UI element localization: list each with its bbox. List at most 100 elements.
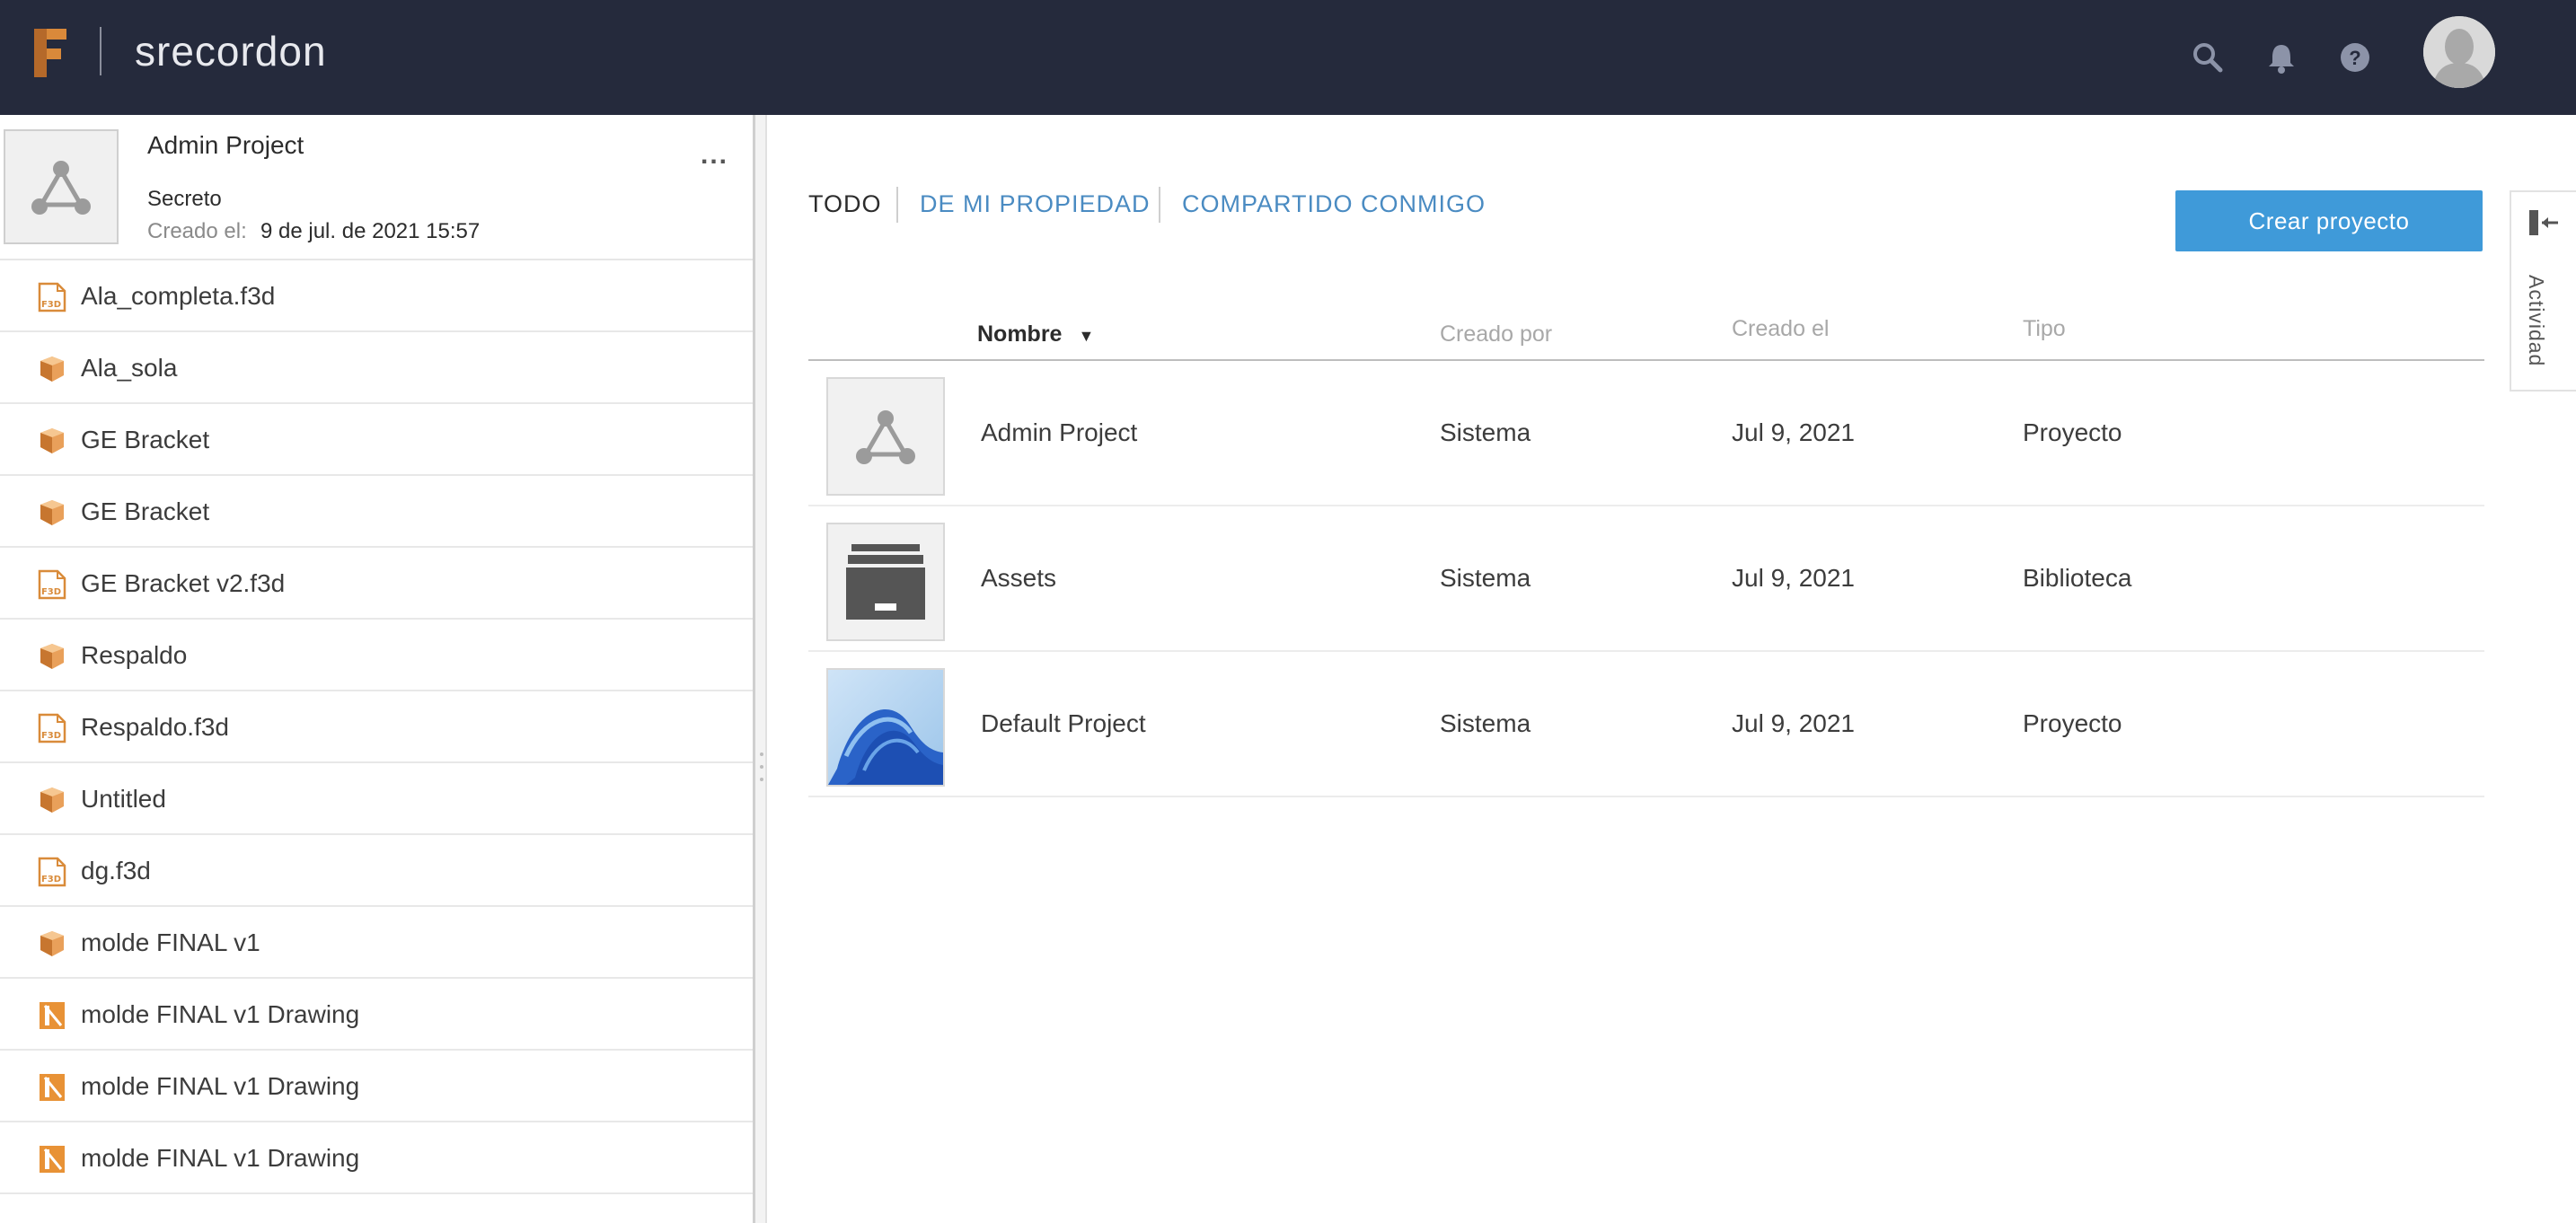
- file-list-item[interactable]: molde FINAL v1 Drawing: [0, 1051, 753, 1122]
- tab-compartido-conmigo[interactable]: COMPARTIDO CONMIGO: [1182, 190, 1486, 218]
- design-icon: [38, 785, 66, 815]
- file-list-item[interactable]: molde FINAL v1 Drawing: [0, 1122, 753, 1194]
- drawing-icon: [38, 1072, 66, 1103]
- design-icon: [38, 497, 66, 528]
- search-icon[interactable]: [2190, 40, 2226, 75]
- table-header: Nombre ▼ Creado por Creado el Tipo: [808, 307, 2484, 361]
- cell-type: Biblioteca: [2023, 564, 2132, 592]
- user-silhouette-icon: [2423, 16, 2495, 88]
- design-icon: [38, 641, 66, 672]
- svg-text:?: ?: [2349, 47, 2360, 69]
- f3d-file-icon: F3D: [38, 569, 66, 600]
- top-bar: srecordon ?: [0, 0, 2576, 115]
- f3d-file-icon: F3D: [38, 282, 66, 312]
- design-icon: [38, 928, 66, 959]
- drawing-icon: [38, 1000, 66, 1031]
- design-icon: [38, 426, 66, 456]
- file-list: F3D Ala_completa.f3d Ala_sola GE Bracket GE …: [0, 260, 753, 1194]
- column-header-tipo[interactable]: Tipo: [2023, 316, 2066, 342]
- file-list-item[interactable]: Ala_sola: [0, 332, 753, 404]
- file-list-item[interactable]: Respaldo: [0, 620, 753, 691]
- bell-icon[interactable]: [2263, 40, 2299, 75]
- file-name: GE Bracket: [81, 497, 210, 525]
- table-row[interactable]: Default Project Sistema Jul 9, 2021 Proyect…: [808, 652, 2484, 797]
- file-name: molde FINAL v1: [81, 928, 260, 956]
- cell-created-on: Jul 9, 2021: [1732, 709, 1855, 737]
- sort-down-icon: ▼: [1078, 327, 1095, 345]
- column-header-nombre[interactable]: Nombre ▼: [977, 321, 1094, 348]
- more-options-button[interactable]: ...: [701, 140, 728, 171]
- file-list-item[interactable]: F3D GE Bracket v2.f3d: [0, 548, 753, 620]
- blue-wave-image: [826, 668, 945, 787]
- file-name: Respaldo: [81, 641, 188, 669]
- file-list-item[interactable]: F3D dg.f3d: [0, 835, 753, 907]
- tab-todo[interactable]: TODO: [808, 190, 882, 218]
- file-list-item[interactable]: F3D Respaldo.f3d: [0, 691, 753, 763]
- drawing-icon: [38, 1144, 66, 1175]
- file-name: GE Bracket v2.f3d: [81, 569, 286, 597]
- file-name: GE Bracket: [81, 426, 210, 453]
- activity-panel-toggle[interactable]: Actividad: [2510, 190, 2576, 392]
- tab-separator: [896, 187, 898, 223]
- file-list-item[interactable]: molde FINAL v1: [0, 907, 753, 979]
- activity-label: Actividad: [2525, 275, 2548, 367]
- svg-text:F3D: F3D: [41, 587, 61, 597]
- file-name: Ala_sola: [81, 354, 178, 382]
- archive-box-icon: [826, 523, 945, 641]
- file-name: Ala_completa.f3d: [81, 282, 276, 310]
- project-network-icon: [826, 377, 945, 496]
- username-label[interactable]: srecordon: [135, 27, 327, 75]
- cell-created-on: Jul 9, 2021: [1732, 418, 1855, 446]
- column-header-creado-el[interactable]: Creado el: [1732, 316, 1829, 342]
- column-header-label: Nombre: [977, 321, 1063, 347]
- cell-type: Proyecto: [2023, 709, 2122, 737]
- f3d-file-icon: F3D: [38, 857, 66, 887]
- project-visibility: Secreto: [147, 187, 222, 211]
- grip-dot: [760, 778, 763, 781]
- grip-dot: [760, 765, 763, 769]
- file-name: Respaldo.f3d: [81, 713, 230, 741]
- f3d-file-icon: F3D: [38, 713, 66, 743]
- project-network-icon: [31, 161, 91, 215]
- create-project-button[interactable]: Crear proyecto: [2175, 190, 2483, 251]
- file-name: molde FINAL v1 Drawing: [81, 1072, 360, 1100]
- panel-splitter[interactable]: [753, 115, 767, 1223]
- cell-created-by: Sistema: [1440, 418, 1531, 446]
- logo-separator: [100, 27, 101, 75]
- file-list-item[interactable]: F3D Ala_completa.f3d: [0, 260, 753, 332]
- file-name: dg.f3d: [81, 857, 151, 884]
- cell-name[interactable]: Admin Project: [981, 418, 1137, 447]
- project-thumbnail: [4, 129, 119, 244]
- main-content: TODO DE MI PROPIEDAD COMPARTIDO CONMIGO …: [767, 115, 2576, 1223]
- file-list-item[interactable]: GE Bracket: [0, 404, 753, 476]
- cell-name[interactable]: Assets: [981, 564, 1056, 593]
- left-panel: Admin Project ... Secreto Creado el: 9 d…: [0, 115, 754, 1223]
- cell-name[interactable]: Default Project: [981, 709, 1146, 738]
- created-label: Creado el:: [147, 219, 247, 243]
- tab-separator: [1159, 187, 1160, 223]
- design-icon: [38, 354, 66, 384]
- column-header-creado-por[interactable]: Creado por: [1440, 321, 1552, 348]
- tab-de-mi-propiedad[interactable]: DE MI PROPIEDAD: [920, 190, 1151, 218]
- cell-created-by: Sistema: [1440, 709, 1531, 737]
- collapse-panel-icon: [2529, 210, 2558, 235]
- help-icon[interactable]: ?: [2337, 40, 2373, 75]
- file-list-item[interactable]: Untitled: [0, 763, 753, 835]
- cell-created-on: Jul 9, 2021: [1732, 564, 1855, 592]
- table-row[interactable]: Admin Project Sistema Jul 9, 2021 Proyecto: [808, 361, 2484, 506]
- svg-text:F3D: F3D: [41, 875, 61, 884]
- fusion-logo-icon[interactable]: [31, 25, 70, 81]
- file-name: molde FINAL v1 Drawing: [81, 1144, 360, 1172]
- avatar[interactable]: [2423, 16, 2495, 88]
- svg-text:F3D: F3D: [41, 731, 61, 741]
- file-list-item[interactable]: GE Bracket: [0, 476, 753, 548]
- cell-type: Proyecto: [2023, 418, 2122, 446]
- table-row[interactable]: Assets Sistema Jul 9, 2021 Biblioteca: [808, 506, 2484, 652]
- svg-text:F3D: F3D: [41, 300, 61, 310]
- created-value: 9 de jul. de 2021 15:57: [260, 219, 481, 243]
- projects-table: Nombre ▼ Creado por Creado el Tipo Admin …: [808, 307, 2484, 797]
- project-title: Admin Project: [147, 131, 304, 159]
- cell-created-by: Sistema: [1440, 564, 1531, 592]
- project-card: Admin Project ... Secreto Creado el: 9 d…: [0, 115, 753, 260]
- file-list-item[interactable]: molde FINAL v1 Drawing: [0, 979, 753, 1051]
